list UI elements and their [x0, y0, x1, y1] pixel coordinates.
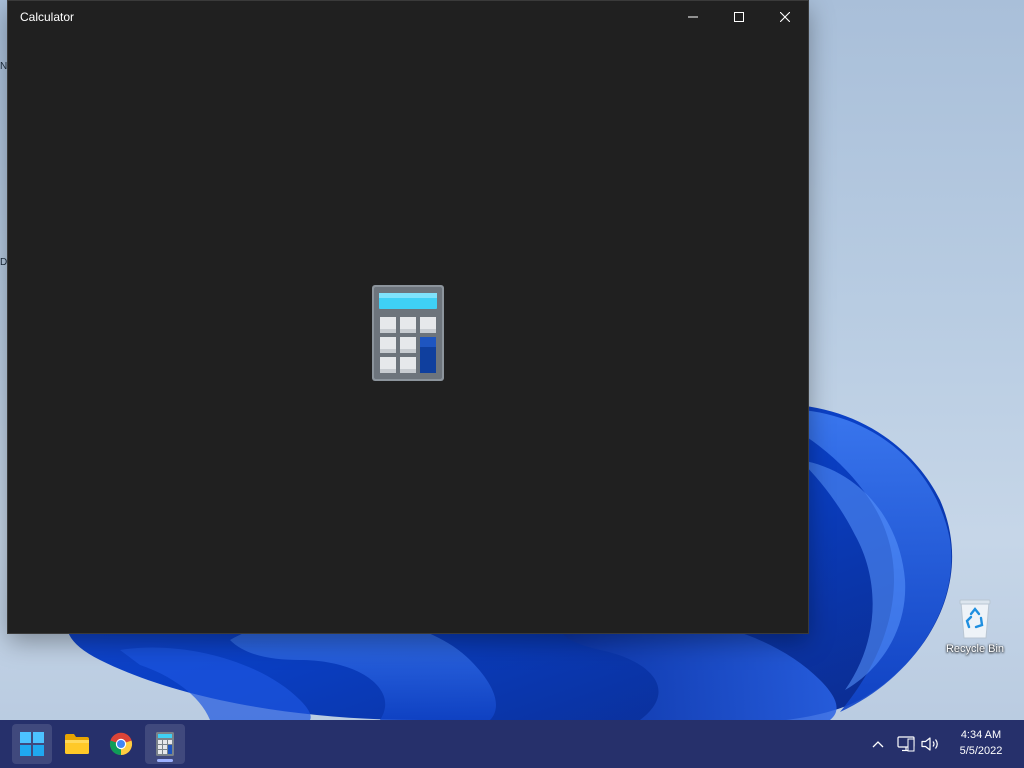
calculator-icon: [156, 732, 174, 756]
desktop: N D Recycle Bin Calculator 4:34 AM 5/5/2…: [0, 0, 1024, 768]
clock-date: 5/5/2022: [959, 745, 1003, 757]
volume-button[interactable]: [918, 720, 944, 768]
folder-icon: [65, 734, 89, 754]
recycle-bin-label: Recycle Bin: [945, 643, 1005, 655]
calculator-window[interactable]: Calculator: [8, 1, 808, 633]
desktop-edge-glyph: N: [0, 61, 8, 72]
clock[interactable]: 4:34 AM 5/5/2022: [946, 720, 1016, 768]
running-indicator: [157, 759, 173, 762]
minimize-icon: [688, 16, 698, 18]
window-title: Calculator: [20, 10, 75, 24]
chrome-button[interactable]: [101, 724, 141, 764]
windows-logo-icon: [20, 732, 44, 756]
show-hidden-icons-button[interactable]: [866, 720, 890, 768]
network-icon: [897, 736, 915, 752]
desktop-edge-glyph: D: [0, 257, 8, 268]
chevron-up-icon: [872, 741, 884, 748]
start-button[interactable]: [12, 724, 52, 764]
title-bar[interactable]: Calculator: [8, 1, 808, 33]
minimize-button[interactable]: [670, 1, 716, 33]
clock-time: 4:34 AM: [960, 729, 1002, 741]
volume-icon: [921, 737, 938, 751]
chrome-icon: [109, 732, 133, 756]
taskbar: 4:34 AM 5/5/2022: [0, 720, 1024, 768]
recycle-bin-icon: [959, 599, 991, 639]
file-explorer-button[interactable]: [57, 724, 97, 764]
calculator-taskbar-button[interactable]: [145, 724, 185, 764]
calculator-splash-icon: [372, 285, 444, 381]
maximize-icon: [734, 12, 744, 22]
close-icon: [780, 12, 790, 22]
close-button[interactable]: [762, 1, 808, 33]
network-button[interactable]: [894, 720, 918, 768]
recycle-bin-shortcut[interactable]: Recycle Bin: [940, 596, 1010, 666]
maximize-button[interactable]: [716, 1, 762, 33]
